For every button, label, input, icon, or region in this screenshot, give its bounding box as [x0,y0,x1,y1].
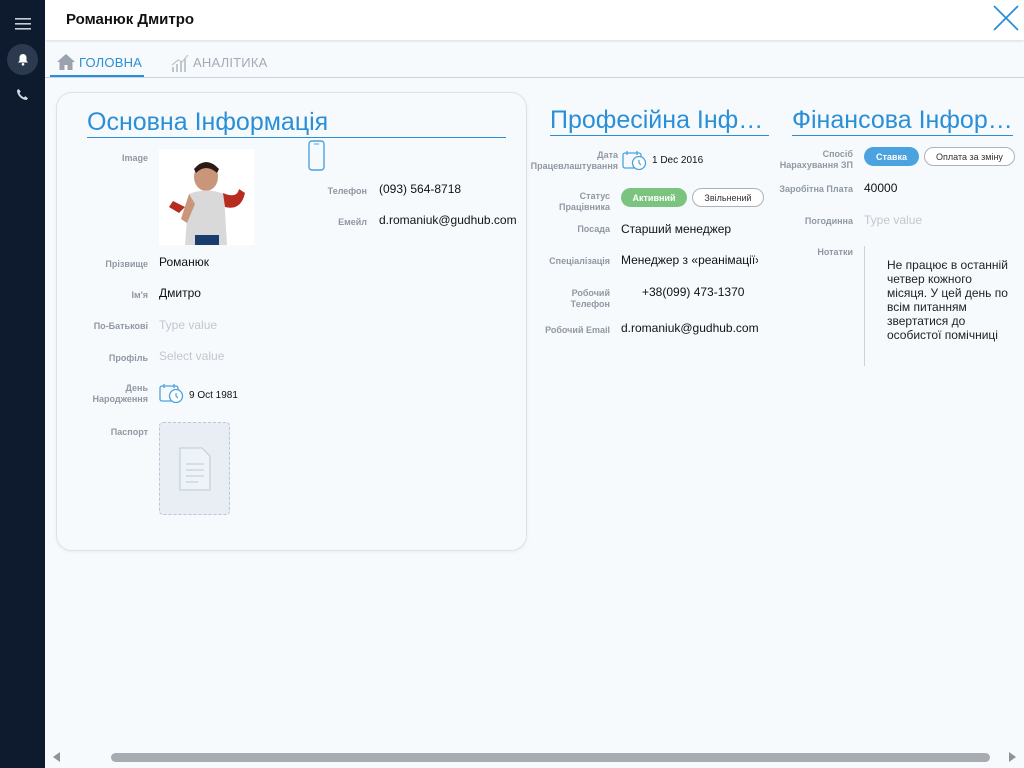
scroll-left-icon[interactable] [53,752,60,762]
status-dismissed-button[interactable]: Звільнений [692,188,764,207]
calendar-icon[interactable] [159,383,185,410]
tab-main[interactable]: ГОЛОВНА [50,53,144,77]
tab-main-label: ГОЛОВНА [79,55,143,70]
bell-icon[interactable] [7,44,38,75]
position-value[interactable]: Старший менеджер [621,222,731,236]
position-label: Посада [577,224,610,234]
specialization-value[interactable]: Менеджер з «реанімації» [621,253,758,267]
header-bar: Романюк Дмитро [45,0,1024,40]
menu-icon[interactable] [7,8,38,39]
work-phone-value[interactable]: +38(099) 473-1370 [642,285,744,299]
notes-value[interactable]: Не працює в останній четвер кожного міся… [864,246,1014,366]
phone-label: Телефон [327,186,367,196]
basic-info-card: Основна Інформація Image Телефон (093) 5… [56,92,527,551]
mobile-phone-icon [308,140,325,176]
email-label: Емейл [338,217,367,227]
work-phone-label: Робочий Телефон [570,288,610,309]
patronymic-label: По-Батькові [93,321,148,331]
horizontal-scrollbar[interactable] [45,746,1024,768]
salary-value[interactable]: 40000 [864,181,897,195]
basic-info-title: Основна Інформація [87,107,506,138]
name-label: Ім'я [131,290,148,300]
close-icon[interactable] [992,4,1020,32]
hourly-label: Погодинна [804,216,853,226]
email-value[interactable]: d.romaniuk@gudhub.com [379,213,517,227]
phone-value[interactable]: (093) 564-8718 [379,182,461,196]
passport-upload[interactable] [159,422,230,515]
page-title: Романюк Дмитро [66,11,195,28]
professional-info-title: Професійна Інформація [550,105,769,136]
phone-icon[interactable] [7,79,38,110]
birthday-label: День Народження [92,383,149,404]
document-icon [178,446,211,491]
passport-label: Паспорт [110,427,148,437]
status-label: Статус Працівника [558,191,610,212]
financial-info-title: Фінансова Інформація [792,105,1013,136]
tab-analytics[interactable]: АНАЛІТИКА [170,53,268,77]
left-rail [0,0,45,768]
surname-value[interactable]: Романюк [159,255,209,269]
profile-label: Профіль [108,353,148,363]
specialization-label: Спеціалізація [549,256,610,266]
notes-label: Нотатки [817,247,853,257]
salary-label: Заробітна Плата [779,184,853,194]
birthday-value[interactable]: 9 Oct 1981 [189,390,238,401]
surname-label: Прізвище [105,259,148,269]
tab-analytics-label: АНАЛІТИКА [193,55,268,70]
pay-method-label: Спосіб Нарахування ЗП [779,149,853,170]
profile-select[interactable]: Select value [159,349,224,363]
name-value[interactable]: Дмитро [159,286,201,300]
hire-date-calendar-icon[interactable] [622,150,648,177]
hire-date-label: Дата Працевлаштування [530,150,618,171]
image-label: Image [121,153,148,163]
scroll-right-icon[interactable] [1009,752,1016,762]
analytics-icon [171,54,189,72]
work-email-label: Робочий Email [545,325,610,335]
pay-per-shift-button[interactable]: Оплата за зміну [924,147,1015,166]
avatar[interactable] [159,149,254,245]
work-email-value[interactable]: d.romaniuk@gudhub.com [621,321,759,335]
scrollbar-thumb[interactable] [111,753,990,762]
patronymic-input[interactable]: Type value [159,318,217,332]
home-icon [57,54,75,70]
pay-rate-button[interactable]: Ставка [864,147,919,166]
tab-bar: ГОЛОВНА АНАЛІТИКА [45,40,1024,78]
hourly-input[interactable]: Type value [864,213,922,227]
status-active-button[interactable]: Активний [621,188,687,207]
hire-date-value[interactable]: 1 Dec 2016 [652,155,703,166]
